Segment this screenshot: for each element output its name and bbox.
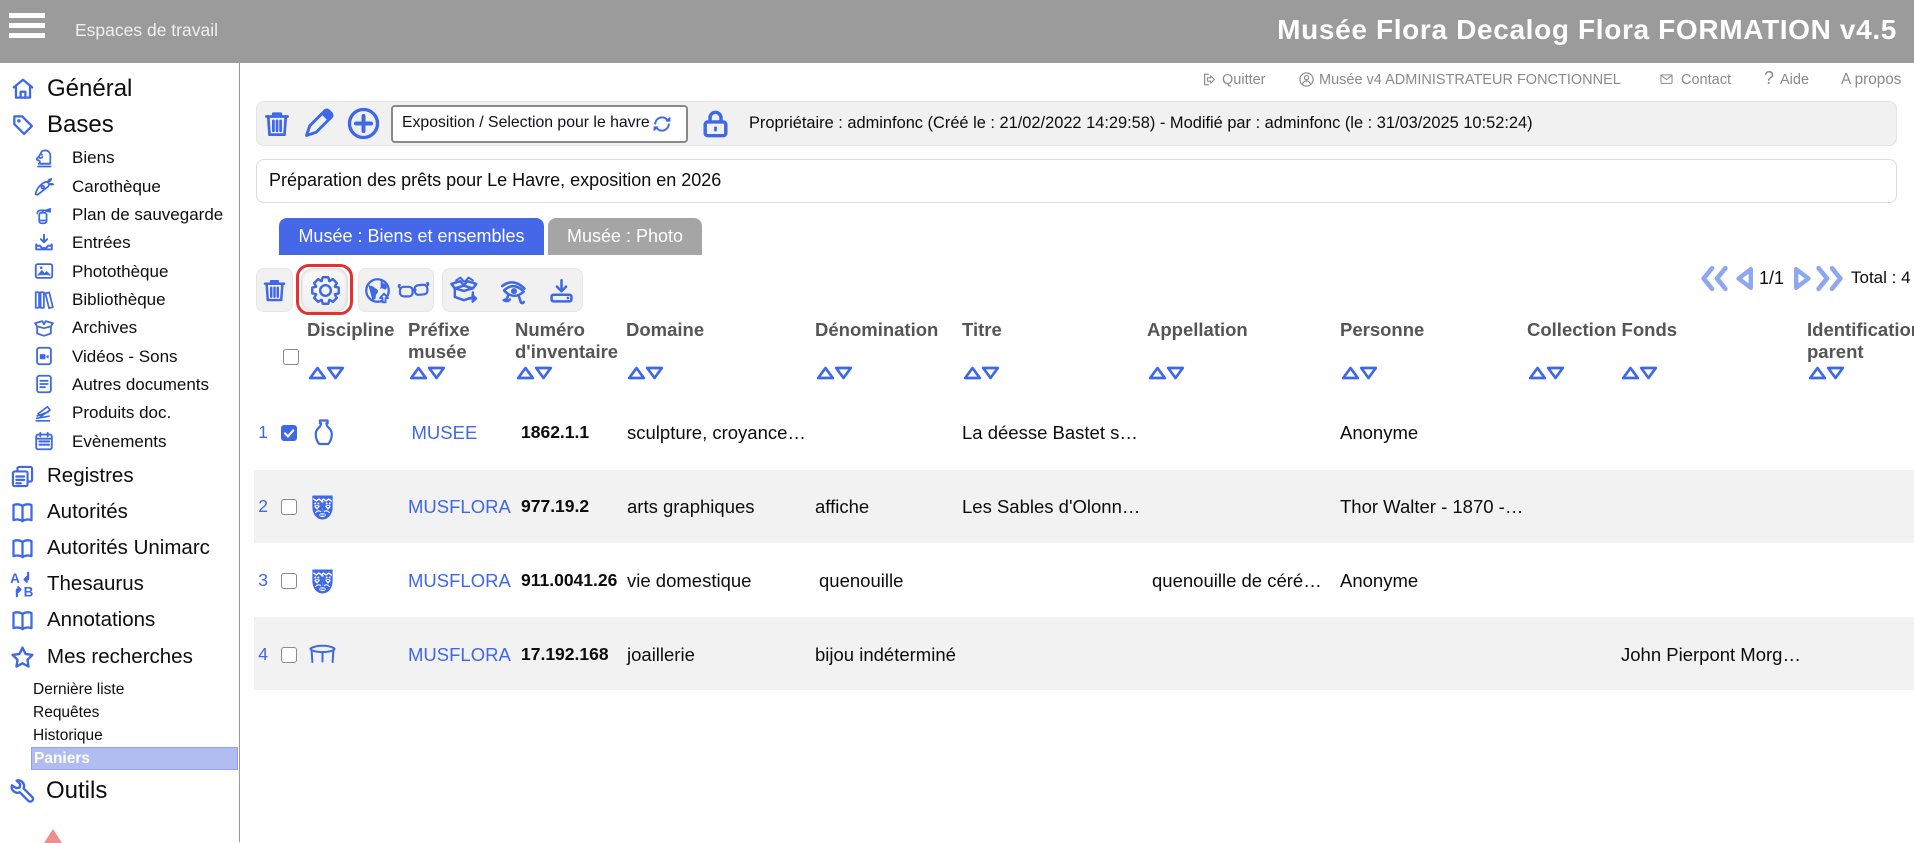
svg-text:A: A <box>10 571 20 586</box>
svg-text:B: B <box>24 584 34 599</box>
